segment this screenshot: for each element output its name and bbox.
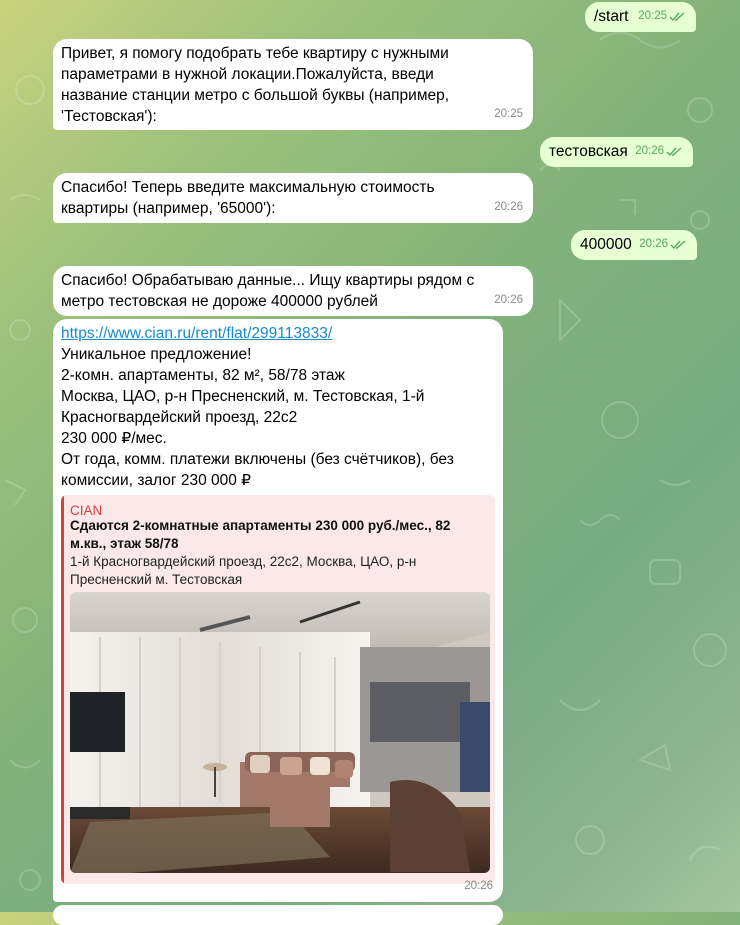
double-check-icon: [666, 146, 682, 156]
listing-body: Уникальное предложение! 2-комн. апартаме…: [61, 346, 454, 489]
incoming-message-processing[interactable]: Спасибо! Обрабатываю данные... Ищу кварт…: [53, 266, 533, 316]
message-meta: 20:25: [638, 6, 686, 27]
apartment-photo[interactable]: [70, 592, 490, 873]
message-text: /start: [594, 8, 629, 25]
incoming-message-greeting[interactable]: Привет, я помогу подобрать тебе квартиру…: [53, 39, 533, 130]
link-preview[interactable]: CIAN Сдаются 2-комнатные апартаменты 230…: [61, 495, 495, 884]
double-check-icon: [669, 11, 685, 21]
message-text: 400000: [580, 236, 632, 253]
outgoing-message-start[interactable]: /start 20:25: [585, 2, 696, 32]
message-time: 20:26: [635, 145, 664, 157]
incoming-message-price-prompt[interactable]: Спасибо! Теперь введите максимальную сто…: [53, 173, 533, 223]
listing-link[interactable]: https://www.cian.ru/rent/flat/299113833/: [61, 323, 332, 344]
message-time: 20:26: [494, 294, 523, 306]
message-time: 20:25: [638, 10, 667, 22]
message-text: тестовская: [549, 143, 628, 160]
message-text: Спасибо! Обрабатываю данные... Ищу кварт…: [61, 272, 475, 310]
message-meta: 20:26: [639, 234, 687, 255]
message-time: 20:26: [639, 238, 668, 250]
preview-description: 1-й Красногвардейский проезд, 22с2, Моск…: [70, 554, 417, 587]
outgoing-message-price[interactable]: 400000 20:26: [571, 230, 697, 260]
incoming-message-next-partial[interactable]: [53, 905, 503, 925]
message-time: 20:26: [464, 880, 493, 892]
message-text: Привет, я помогу подобрать тебе квартиру…: [61, 45, 450, 125]
preview-accent-bar: [61, 495, 64, 884]
message-meta: 20:26: [635, 141, 683, 162]
incoming-message-listing[interactable]: https://www.cian.ru/rent/flat/299113833/…: [53, 319, 503, 902]
preview-title: Сдаются 2-комнатные апартаменты 230 000 …: [70, 518, 451, 551]
message-time: 20:26: [494, 201, 523, 213]
double-check-icon: [670, 239, 686, 249]
message-time: 20:25: [494, 108, 523, 120]
message-text: Спасибо! Теперь введите максимальную сто…: [61, 179, 435, 217]
outgoing-message-station[interactable]: тестовская 20:26: [540, 137, 693, 167]
